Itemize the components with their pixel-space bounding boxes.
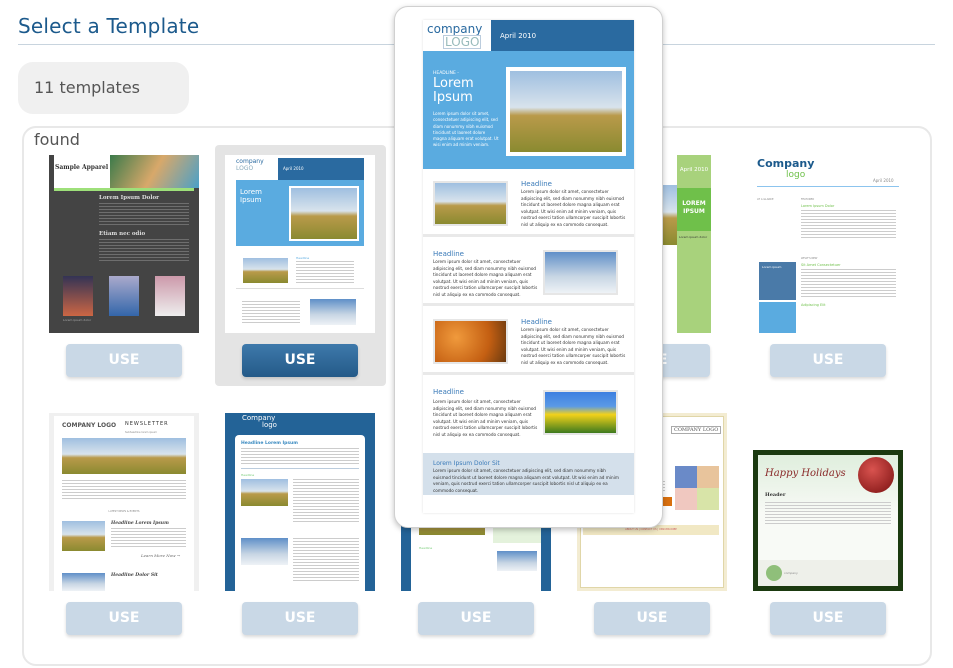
headline: Headline Lorem Ipsum xyxy=(111,521,169,526)
use-template-button[interactable]: USE TEMPLATE xyxy=(770,344,886,401)
section-headline: Headline xyxy=(419,546,433,550)
date: April 2010 xyxy=(491,20,634,51)
use-template-button[interactable]: USE TEMPLATE xyxy=(66,344,182,401)
title: LOREM IPSUM xyxy=(677,188,711,231)
headline: Headline Lorem Ipsum xyxy=(241,441,298,446)
logo-text: Company xyxy=(757,157,815,170)
section-text: Lorem ipsum dolor sit amet, consectetuer… xyxy=(433,259,538,297)
title: NEWSLETTER xyxy=(125,421,169,427)
hero-body: Lorem ipsum dolor sit amet, consectetuer… xyxy=(433,111,499,148)
logo-text: COMPANY LOGO xyxy=(671,426,722,434)
logo-text: logo xyxy=(786,170,806,180)
use-template-button[interactable]: USE TEMPLATE xyxy=(594,602,710,659)
template-preview-popup: company LOGO April 2010 HEADLINE - Lorem… xyxy=(394,6,663,528)
template-thumbnail-sample-apparel[interactable]: Sample Apparel Lorem Ipsum Dolor Etiam n… xyxy=(49,155,199,333)
preview-section: Headline Lorem ipsum dolor sit amet, con… xyxy=(423,171,634,237)
brand-name: Sample Apparel xyxy=(55,164,109,171)
subhead: Etiam nec odio xyxy=(99,231,146,237)
section-headline: Headline xyxy=(521,318,552,326)
header: Header xyxy=(765,492,786,498)
use-template-button[interactable]: USE TEMPLATE xyxy=(770,602,886,659)
label: AT A GLANCE xyxy=(757,198,774,201)
use-template-button[interactable]: USE TEMPLATE xyxy=(242,344,358,401)
subhead: Lorem ipsum dolor xyxy=(679,235,708,239)
hero-text: Ipsum xyxy=(240,196,262,204)
divider-label: LATEST NEWS & EVENTS xyxy=(108,510,140,513)
footer-title: Lorem Ipsum Dolor Sit xyxy=(433,460,500,467)
logo-text: logo xyxy=(262,421,277,429)
headline: Adipiscing Elit xyxy=(801,303,826,307)
template-thumbnail-newsletter[interactable]: COMPANY LOGO NEWSLETTER Subheadline lore… xyxy=(49,413,199,591)
headline: Sit Amet Consectetuer xyxy=(801,263,841,267)
headline: Lorem Ipsum Dolor xyxy=(801,204,835,208)
preview-section: Headline Lorem ipsum dolor sit amet, con… xyxy=(423,378,634,453)
hero-text: Ipsum xyxy=(433,90,473,105)
preview-section: Headline Lorem ipsum dolor sit amet, con… xyxy=(423,240,634,306)
section-headline: Headline xyxy=(433,250,464,258)
section-headline: Headline xyxy=(433,388,464,396)
template-preview: company LOGO April 2010 HEADLINE - Lorem… xyxy=(423,20,634,513)
preview-section: Headline Lorem ipsum dolor sit amet, con… xyxy=(423,309,634,375)
company-name: company xyxy=(784,571,798,575)
footer-text: Lorem ipsum dolor sit amet, consectetuer… xyxy=(433,468,619,493)
logo-text: company xyxy=(236,158,264,165)
section-headline: Headline xyxy=(241,473,255,477)
use-template-button[interactable]: USE TEMPLATE xyxy=(242,602,358,659)
template-thumbnail-company-logo[interactable]: company LOGO April 2010 Lorem Ipsum Headli… xyxy=(225,155,375,333)
section-text: Lorem ipsum dolor sit amet, consectetuer… xyxy=(433,399,538,437)
logo-text: LOGO xyxy=(443,35,482,49)
section-text: Lorem ipsum dolor sit amet, consectetuer… xyxy=(521,189,626,227)
caption: Lorem ipsum dolor xyxy=(63,318,92,322)
page-title: Select a Template xyxy=(18,14,200,38)
use-template-button[interactable]: USE TEMPLATE xyxy=(66,602,182,659)
use-template-button[interactable]: USE TEMPLATE xyxy=(418,602,534,659)
label: WHAT'S NEW xyxy=(801,257,818,260)
tagline: Subheadline lorem ipsum xyxy=(125,431,157,434)
date: April 2010 xyxy=(873,178,894,183)
photo xyxy=(110,155,199,188)
logo-text: company xyxy=(427,22,483,36)
preview-footer: Lorem Ipsum Dolor Sit Lorem ipsum dolor … xyxy=(423,453,634,495)
label: FEATURED xyxy=(801,198,815,201)
box: Lorem ipsum xyxy=(759,262,796,300)
template-thumbnail-happy-holidays[interactable]: Happy Holidays Header company xyxy=(753,450,903,591)
logo-text: COMPANY LOGO xyxy=(62,422,117,429)
results-count-badge: 11 templates found xyxy=(18,62,189,149)
headline: Headline Dolor Sit xyxy=(111,573,158,578)
template-thumbnail-blue-company[interactable]: Company logo Headline Lorem Ipsum Headlin… xyxy=(225,413,375,591)
logo-text: LOGO xyxy=(236,165,254,172)
section-text: Lorem ipsum dolor sit amet, consectetuer… xyxy=(521,327,626,365)
date: April 2010 xyxy=(278,158,364,180)
section-headline: Headline xyxy=(521,180,552,188)
hero-text: Lorem xyxy=(433,76,474,91)
headline: Lorem Ipsum Dolor xyxy=(99,195,160,201)
hero-text: Lorem xyxy=(240,188,262,196)
title: Happy Holidays xyxy=(765,468,846,479)
date: April 2010 xyxy=(679,167,709,173)
template-thumbnail-company-newsletter[interactable]: Company logo April 2010 AT A GLANCE FEAT… xyxy=(753,155,903,333)
learn-more-link: Learn More Now → xyxy=(141,553,181,558)
